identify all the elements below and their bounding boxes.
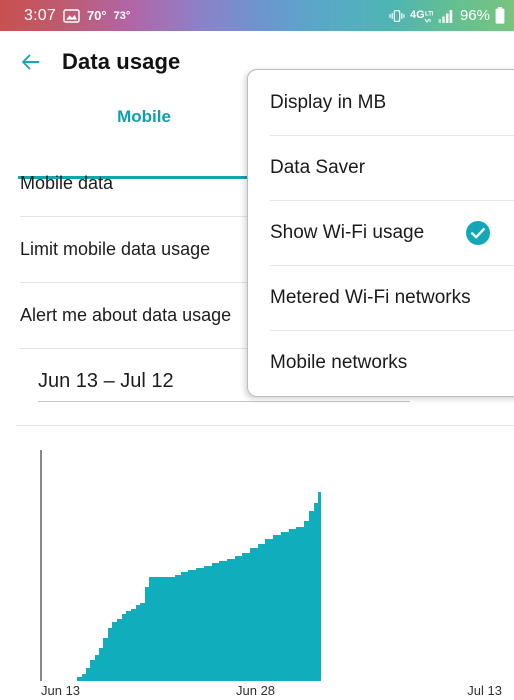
menu-item-label: Metered Wi-Fi networks bbox=[270, 286, 471, 308]
chart-canvas bbox=[40, 450, 321, 681]
back-arrow-icon[interactable] bbox=[18, 48, 46, 76]
menu-item-data-saver[interactable]: Data Saver bbox=[248, 135, 514, 200]
chart-xtick-1: Jun 28 bbox=[236, 683, 276, 698]
setting-label: Mobile data bbox=[20, 173, 114, 193]
overflow-menu: Display in MB Data Saver Show Wi-Fi usag… bbox=[247, 69, 514, 397]
battery-icon bbox=[495, 7, 505, 24]
menu-item-label: Display in MB bbox=[270, 91, 387, 113]
page-title: Data usage bbox=[62, 49, 181, 74]
menu-item-show-wifi-usage[interactable]: Show Wi-Fi usage bbox=[248, 200, 514, 265]
app-surface: Data usage Mobile Mobile data Limit mobi… bbox=[0, 31, 514, 700]
status-bar: 3:07 70° 73° 4G LTE bbox=[0, 0, 514, 31]
status-bar-right: 4G LTE 96% bbox=[389, 7, 505, 24]
menu-item-display-in-mb[interactable]: Display in MB bbox=[248, 70, 514, 135]
check-circle-icon bbox=[465, 220, 491, 246]
cycle-divider bbox=[16, 425, 514, 426]
menu-item-label: Show Wi-Fi usage bbox=[270, 221, 425, 243]
signal-bars-icon bbox=[438, 9, 455, 23]
status-bar-left: 3:07 70° 73° bbox=[24, 7, 130, 25]
menu-item-metered-wifi-networks[interactable]: Metered Wi-Fi networks bbox=[248, 265, 514, 330]
photo-weather-icon bbox=[63, 8, 80, 23]
status-temp-secondary: 73° bbox=[113, 9, 131, 22]
status-time: 3:07 bbox=[24, 6, 56, 24]
menu-item-label: Mobile networks bbox=[270, 351, 408, 373]
phone-screen: 3:07 70° 73° 4G LTE bbox=[0, 0, 514, 700]
data-usage-chart[interactable]: Jun 13 Jun 28 Jul 13 bbox=[0, 431, 514, 700]
menu-item-mobile-networks[interactable]: Mobile networks bbox=[248, 330, 514, 395]
chart-xtick-0: Jun 13 bbox=[41, 683, 81, 698]
menu-item-label: Data Saver bbox=[270, 156, 366, 178]
setting-label: Alert me about data usage bbox=[20, 305, 232, 325]
status-temp-primary: 70° bbox=[86, 8, 107, 23]
svg-text:LTE: LTE bbox=[425, 11, 433, 17]
battery-percent: 96% bbox=[459, 7, 490, 24]
chart-area-series bbox=[72, 492, 321, 681]
setting-label: Limit mobile data usage bbox=[20, 239, 211, 259]
network-type-icon: 4G LTE bbox=[410, 8, 433, 24]
svg-text:4G: 4G bbox=[410, 9, 425, 21]
billing-cycle-label: Jun 13 – Jul 12 bbox=[38, 370, 174, 392]
tab-mobile[interactable]: Mobile bbox=[18, 93, 270, 141]
vibrate-icon bbox=[389, 8, 405, 24]
chart-xtick-2: Jul 13 bbox=[467, 683, 502, 698]
